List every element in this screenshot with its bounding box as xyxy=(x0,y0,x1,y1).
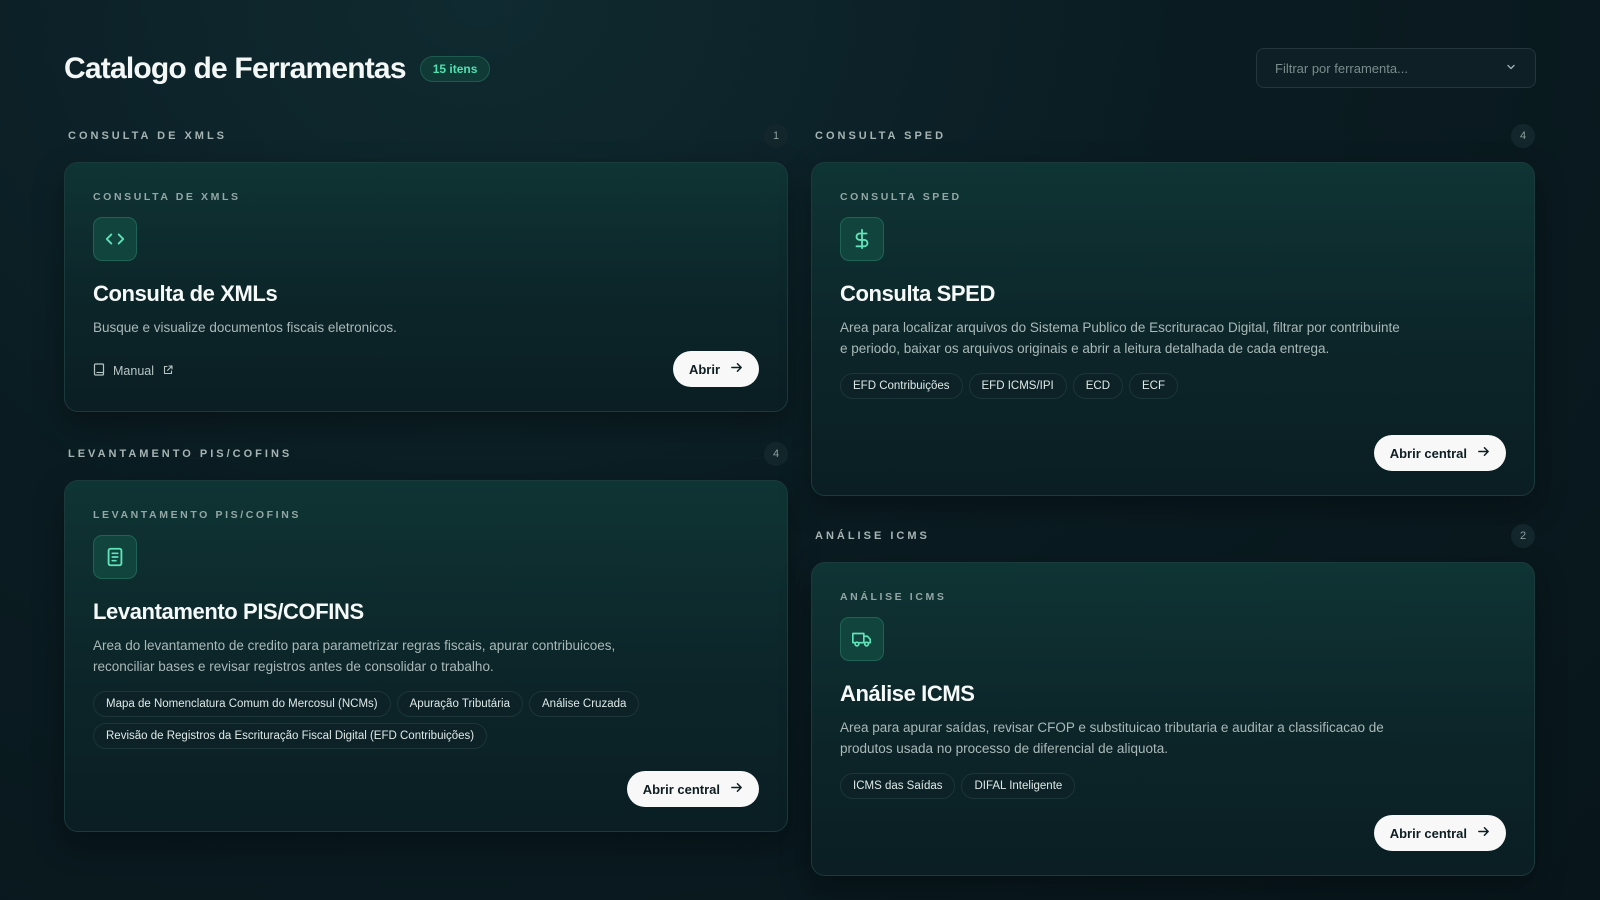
document-icon xyxy=(93,535,137,579)
right-column: CONSULTA SPED 4 CONSULTA SPED Consulta S… xyxy=(811,124,1535,884)
card-title: Consulta SPED xyxy=(840,281,995,306)
section-header-sped: CONSULTA SPED 4 xyxy=(811,124,1535,148)
tag: Revisão de Registros da Escrituração Fis… xyxy=(93,723,488,749)
truck-icon xyxy=(840,617,884,661)
card-description: Area para apurar saídas, revisar CFOP e … xyxy=(840,720,1384,756)
card-title: Consulta de XMLs xyxy=(93,281,278,306)
open-button[interactable]: Abrir xyxy=(672,351,759,387)
tag: EFD ICMS/IPI xyxy=(968,373,1067,399)
section-header-icms: ANÁLISE ICMS 2 xyxy=(811,524,1535,548)
open-button-label: Abrir central xyxy=(1389,445,1467,461)
section-count-badge: 1 xyxy=(764,124,788,148)
tag: DIFAL Inteligente xyxy=(961,773,1076,799)
arrow-right-icon xyxy=(1477,445,1490,461)
open-button-label: Abrir xyxy=(688,361,720,377)
open-central-button[interactable]: Abrir central xyxy=(1373,435,1506,471)
card-description: Area para localizar arquivos do Sistema … xyxy=(840,320,1400,356)
chevron-down-icon xyxy=(1505,61,1517,76)
left-column: CONSULTA DE XMLS 1 CONSULTA DE XMLS Cons… xyxy=(64,124,788,844)
tool-card-pis-cofins: LEVANTAMENTO PIS/COFINS Levantamento PIS… xyxy=(64,480,788,832)
section-header-pis-cofins: LEVANTAMENTO PIS/COFINS 4 xyxy=(64,442,788,466)
section-count-badge: 4 xyxy=(1511,124,1535,148)
open-button-label: Abrir central xyxy=(1389,825,1467,841)
arrow-right-icon xyxy=(730,361,743,377)
card-kicker: CONSULTA DE XMLS xyxy=(93,191,241,203)
tool-filter-select[interactable]: Filtrar por ferramenta... xyxy=(1256,48,1536,88)
tag: ICMS das Saídas xyxy=(840,773,956,799)
card-kicker: CONSULTA SPED xyxy=(840,191,962,203)
arrow-right-icon xyxy=(730,781,743,797)
open-button-label: Abrir central xyxy=(642,781,720,797)
tag: Mapa de Nomenclatura Comum do Mercosul (… xyxy=(93,691,391,717)
book-icon xyxy=(93,363,105,379)
section-title: CONSULTA SPED xyxy=(815,130,947,142)
section-title: CONSULTA DE XMLS xyxy=(68,130,228,142)
section-title: LEVANTAMENTO PIS/COFINS xyxy=(68,448,293,460)
section-count-badge: 2 xyxy=(1511,524,1535,548)
tag-list: ICMS das Saídas DIFAL Inteligente xyxy=(840,773,1400,799)
items-count-badge: 15 itens xyxy=(419,56,491,82)
code-icon xyxy=(93,217,137,261)
tag-list: Mapa de Nomenclatura Comum do Mercosul (… xyxy=(93,691,653,749)
page-header: Catalogo de Ferramentas 15 itens Filtrar… xyxy=(64,48,1536,90)
card-title: Levantamento PIS/COFINS xyxy=(93,599,364,624)
section-count-badge: 4 xyxy=(764,442,788,466)
manual-label: Manual xyxy=(113,364,154,378)
card-description: Busque e visualize documentos fiscais el… xyxy=(93,320,397,335)
card-title: Análise ICMS xyxy=(840,681,975,706)
manual-link[interactable]: Manual xyxy=(93,363,174,379)
open-central-button[interactable]: Abrir central xyxy=(626,771,759,807)
tag: ECF xyxy=(1129,373,1178,399)
tool-card-xmls: CONSULTA DE XMLS Consulta de XMLs Busque… xyxy=(64,162,788,412)
external-link-icon xyxy=(162,364,174,379)
arrow-right-icon xyxy=(1477,825,1490,841)
section-title: ANÁLISE ICMS xyxy=(815,530,930,542)
tool-card-icms: ANÁLISE ICMS Análise ICMS Area para apur… xyxy=(811,562,1535,876)
dollar-icon xyxy=(840,217,884,261)
card-kicker: LEVANTAMENTO PIS/COFINS xyxy=(93,509,301,521)
card-kicker: ANÁLISE ICMS xyxy=(840,591,947,603)
tag: Análise Cruzada xyxy=(529,691,640,717)
tag-list: EFD Contribuições EFD ICMS/IPI ECD ECF xyxy=(840,373,1400,399)
section-header-xmls: CONSULTA DE XMLS 1 xyxy=(64,124,788,148)
card-description: Area do levantamento de credito para par… xyxy=(93,638,616,674)
filter-placeholder: Filtrar por ferramenta... xyxy=(1275,60,1408,76)
open-central-button[interactable]: Abrir central xyxy=(1373,815,1506,851)
page-title: Catalogo de Ferramentas xyxy=(64,52,407,85)
tag: ECD xyxy=(1072,373,1123,399)
tag: EFD Contribuições xyxy=(840,373,963,399)
tag: Apuração Tributária xyxy=(396,691,523,717)
tool-card-sped: CONSULTA SPED Consulta SPED Area para lo… xyxy=(811,162,1535,496)
